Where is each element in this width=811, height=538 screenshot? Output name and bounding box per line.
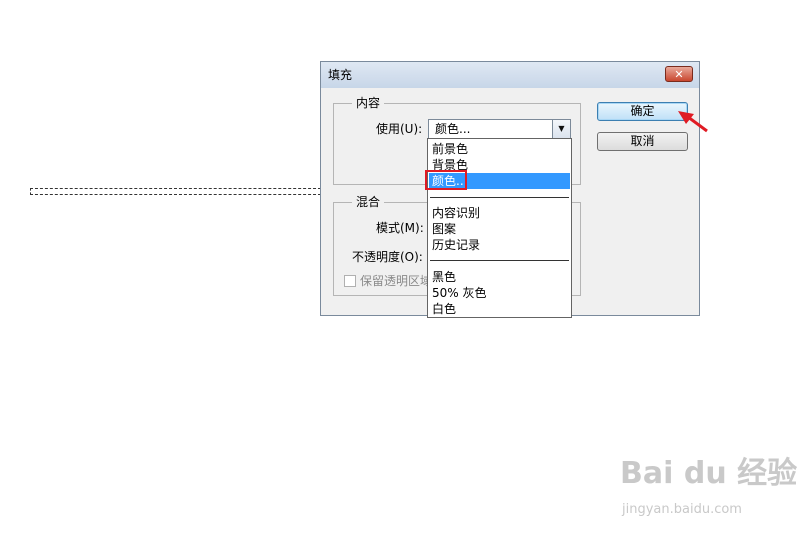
use-combobox[interactable]: 颜色... ▼ bbox=[428, 119, 571, 139]
option-50-gray[interactable]: 50% 灰色 bbox=[432, 285, 487, 301]
content-group-label: 内容 bbox=[352, 96, 385, 110]
cancel-button[interactable]: 取消 bbox=[597, 132, 688, 151]
option-white[interactable]: 白色 bbox=[432, 301, 456, 317]
option-pattern[interactable]: 图案 bbox=[432, 221, 456, 237]
highlight-box bbox=[425, 170, 467, 190]
close-button[interactable]: ✕ bbox=[665, 66, 693, 82]
mode-label: 模式(M): bbox=[376, 221, 424, 235]
dialog-title: 填充 bbox=[328, 68, 353, 82]
use-dropdown-list: 前景色 背景色 颜色.. 内容识别 图案 历史记录 黑色 50% 灰色 白色 bbox=[427, 138, 572, 318]
option-history[interactable]: 历史记录 bbox=[432, 237, 480, 253]
opacity-label: 不透明度(O): bbox=[352, 250, 423, 264]
use-label: 使用(U): bbox=[376, 122, 423, 136]
red-arrow-icon bbox=[678, 111, 708, 133]
option-foreground[interactable]: 前景色 bbox=[432, 141, 468, 157]
separator bbox=[430, 197, 569, 198]
blend-group-label: 混合 bbox=[352, 195, 385, 209]
title-bar[interactable]: 填充 ✕ bbox=[321, 62, 699, 88]
ok-button[interactable]: 确定 bbox=[597, 102, 688, 121]
chevron-down-icon[interactable]: ▼ bbox=[552, 120, 570, 138]
watermark-url: jingyan.baidu.com bbox=[622, 502, 742, 517]
use-value: 颜色... bbox=[435, 122, 471, 136]
option-black[interactable]: 黑色 bbox=[432, 269, 456, 285]
preserve-transparency-checkbox[interactable] bbox=[344, 275, 356, 287]
preserve-transparency-label: 保留透明区域 bbox=[360, 274, 433, 288]
separator bbox=[430, 260, 569, 261]
selection-marquee bbox=[30, 188, 321, 195]
option-content-aware[interactable]: 内容识别 bbox=[432, 205, 480, 221]
watermark-brand: Bai du 经验 bbox=[620, 456, 798, 491]
